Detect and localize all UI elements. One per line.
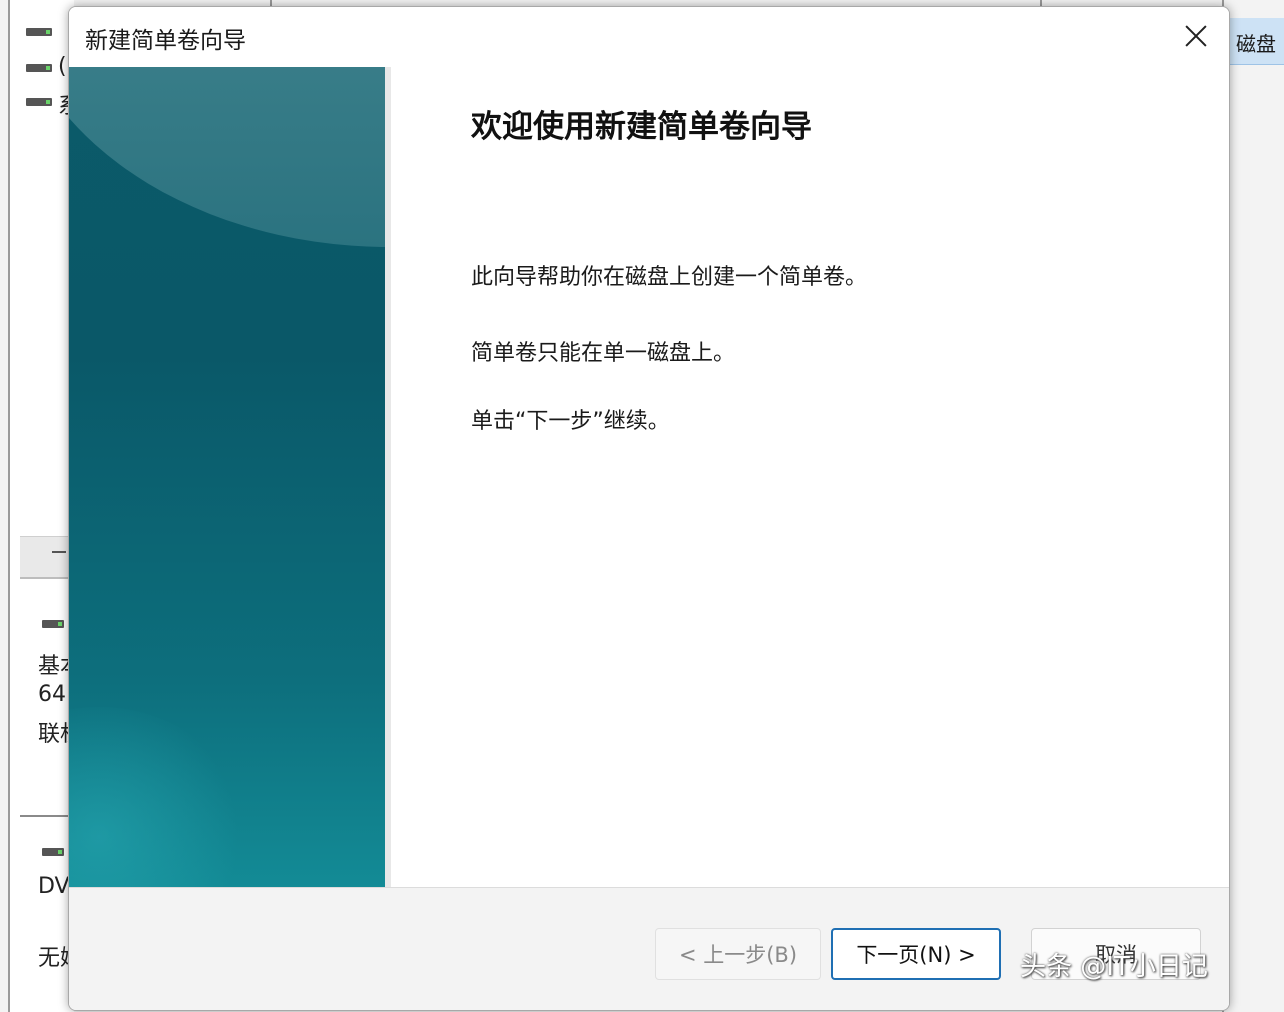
wizard-note: 简单卷只能在单一磁盘上。 [471,341,736,366]
drive-icon [26,28,52,36]
back-button[interactable]: < 上一步(B) [655,928,821,980]
volume-list-pane [8,0,80,1012]
dvd-label-text: DV [38,874,70,899]
action-pane-header[interactable]: 磁盘 [1228,18,1284,65]
wizard-heading: 欢迎使用新建简单卷向导 [471,109,812,145]
disk-icon [42,620,64,628]
wizard-banner-image [69,67,385,887]
disk-size-text: 64 [38,682,66,707]
collapse-icon[interactable] [52,551,66,553]
drive-icon [26,98,52,106]
new-simple-volume-wizard: 新建简单卷向导 欢迎使用新建简单卷向导 此向导帮助你在磁盘上创建一个简单卷。 简… [68,6,1230,1011]
watermark-text: 头条 @IT小日记 [1020,952,1208,982]
dialog-title: 新建简单卷向导 [85,28,246,54]
banner-arc-shape [69,67,385,247]
volume-list-text: ( [58,54,67,79]
wizard-instruction: 单击“下一步”继续。 [471,409,670,434]
banner-divider [385,67,391,887]
dvd-icon [42,848,64,856]
action-pane-label: 磁盘 [1236,32,1276,56]
banner-glow-shape [69,707,249,887]
drive-icon [26,64,52,72]
next-button[interactable]: 下一页(N) > [831,928,1001,980]
wizard-description: 此向导帮助你在磁盘上创建一个简单卷。 [471,265,868,290]
close-icon[interactable] [1179,19,1213,53]
dialog-titlebar[interactable]: 新建简单卷向导 [69,7,1229,67]
